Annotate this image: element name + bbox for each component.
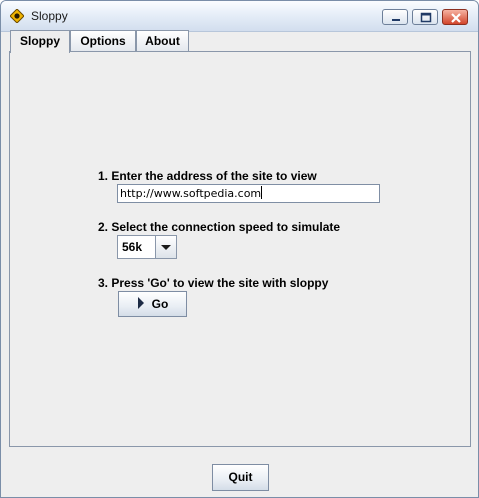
step3-label: 3. Press 'Go' to view the site with slop…	[98, 276, 329, 290]
speed-select[interactable]: 56k	[117, 235, 177, 259]
quit-button[interactable]: Quit	[212, 464, 269, 491]
quit-button-label: Quit	[228, 470, 253, 484]
url-input-value: http://www.softpedia.com	[120, 187, 262, 200]
title-bar[interactable]: Sloppy	[1, 1, 478, 32]
tab-about[interactable]: About	[136, 30, 189, 51]
go-button-label: Go	[151, 297, 169, 311]
minimize-button[interactable]	[382, 9, 408, 25]
go-button[interactable]: Go	[118, 291, 187, 317]
tab-panel	[9, 51, 471, 447]
sloppy-window: Sloppy Sloppy Options About 1. Enter the…	[0, 0, 479, 498]
speed-select-arrow[interactable]	[155, 236, 176, 258]
step2-label: 2. Select the connection speed to simula…	[98, 220, 341, 234]
sloppy-app-icon	[9, 8, 25, 24]
maximize-button[interactable]	[412, 9, 438, 25]
url-input[interactable]: http://www.softpedia.com	[117, 184, 380, 203]
tab-sloppy[interactable]: Sloppy	[10, 30, 70, 53]
tab-options[interactable]: Options	[70, 30, 136, 51]
close-icon	[451, 13, 461, 23]
text-caret	[261, 186, 263, 199]
window-title: Sloppy	[31, 9, 68, 23]
speed-select-value: 56k	[122, 240, 143, 254]
maximize-icon	[420, 12, 432, 23]
play-icon	[137, 297, 144, 309]
close-button[interactable]	[442, 9, 468, 25]
chevron-down-icon	[161, 245, 171, 250]
minimize-icon	[392, 19, 400, 21]
step1-label: 1. Enter the address of the site to view	[98, 169, 317, 183]
